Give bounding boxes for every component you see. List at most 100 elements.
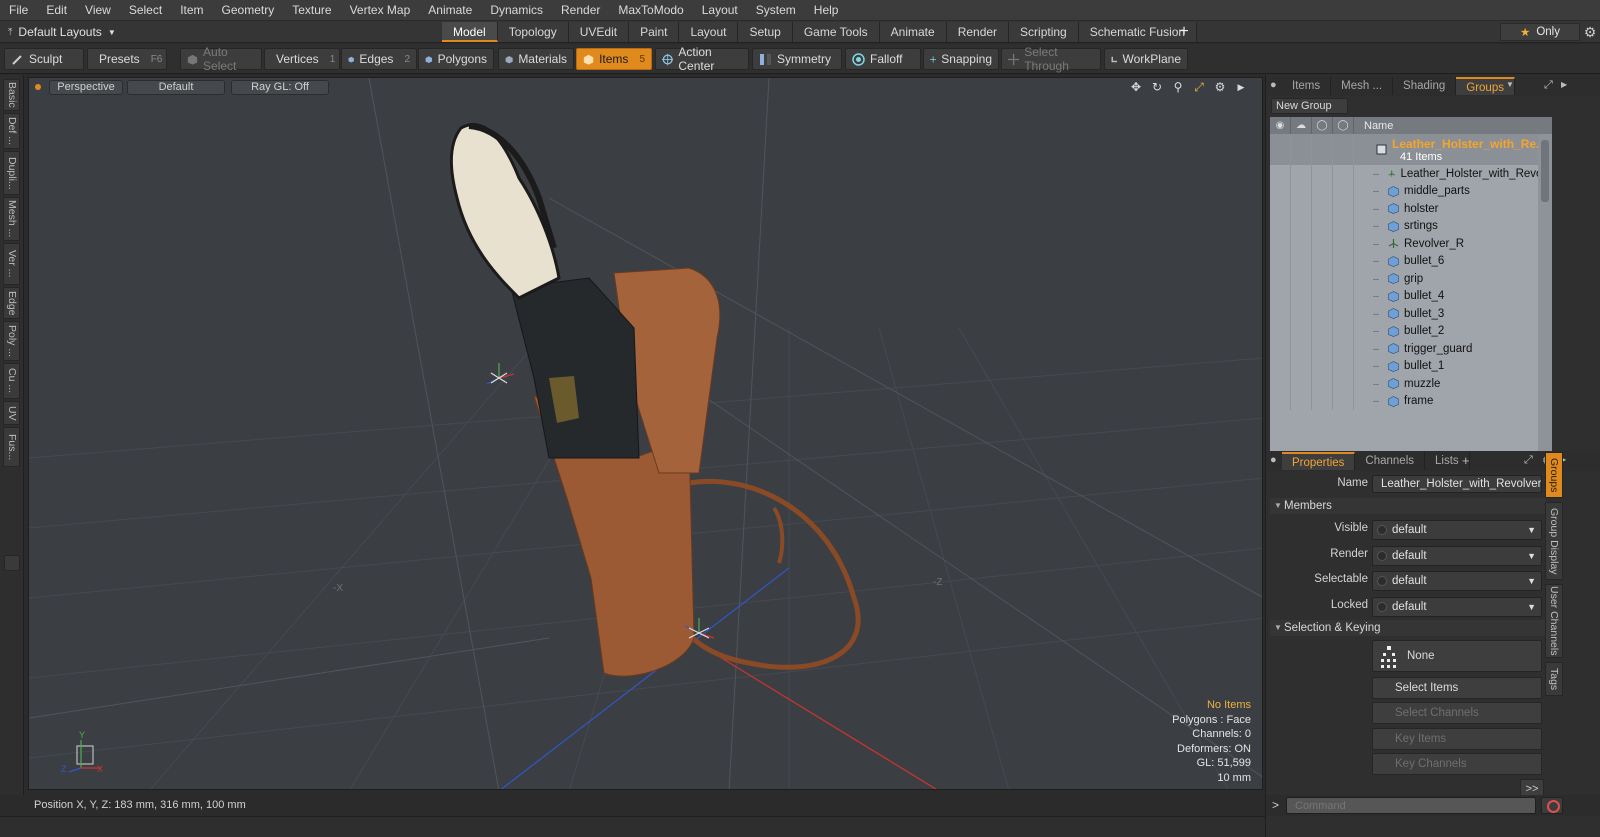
3d-viewport[interactable]: Y X Z -X -Z Perspective Default Ray GL: … (28, 77, 1263, 790)
group-item-row[interactable]: -- middle_parts (1270, 182, 1552, 200)
raygl-toggle[interactable]: Ray GL: Off (231, 80, 329, 95)
tab-setup[interactable]: Setup (738, 22, 793, 42)
sculpt-button[interactable]: Sculpt (4, 48, 84, 70)
menu-edit[interactable]: Edit (37, 3, 76, 17)
name-column-header[interactable]: Name (1354, 120, 1393, 132)
tab-topology[interactable]: Topology (497, 22, 569, 42)
members-section[interactable]: ▼ Members (1270, 498, 1546, 514)
left-tab-uv[interactable]: UV (3, 401, 20, 425)
materials-button[interactable]: Materials (498, 48, 574, 70)
viewport-options-dot[interactable] (35, 84, 41, 90)
group-root-row[interactable]: Leather_Holster_with_Re... 41 Items (1270, 134, 1552, 165)
falloff-button[interactable]: Falloff (845, 48, 921, 70)
group-item-row[interactable]: -- Leather_Holster_with_Revo... (1270, 165, 1552, 183)
vertices-button[interactable]: Vertices 1 (264, 48, 340, 70)
tab-shading[interactable]: Shading (1393, 77, 1457, 95)
group-item-row[interactable]: -- frame (1270, 392, 1552, 410)
select-channels-button[interactable]: Select Channels (1372, 702, 1542, 724)
tab-game-tools[interactable]: Game Tools (792, 22, 880, 42)
viewport-more-icon[interactable]: ▶ (1234, 80, 1248, 94)
tab-animate[interactable]: Animate (879, 22, 947, 42)
group-item-row[interactable]: -- bullet_3 (1270, 305, 1552, 323)
tab-properties[interactable]: Properties (1282, 452, 1356, 470)
menu-vertex-map[interactable]: Vertex Map (341, 3, 420, 17)
left-tab-edge[interactable]: Edge (3, 287, 20, 319)
menu-select[interactable]: Select (120, 3, 171, 17)
side-tab-user-channels[interactable]: User Channels (1545, 584, 1563, 658)
group-item-row[interactable]: -- bullet_4 (1270, 287, 1552, 305)
tab-paint[interactable]: Paint (629, 22, 680, 42)
menu-system[interactable]: System (747, 3, 805, 17)
none-button[interactable]: None (1372, 640, 1542, 672)
side-tab-groups[interactable]: Groups (1545, 452, 1563, 498)
panel-menu-icon[interactable]: ● (1270, 79, 1277, 91)
selectable-dropdown[interactable]: default ▼ (1372, 571, 1542, 591)
group-item-row[interactable]: -- Revolver_R (1270, 235, 1552, 253)
tab-channels[interactable]: Channels (1355, 452, 1426, 470)
layouts-dropdown[interactable]: ⤒ Default Layouts ▼ (8, 23, 116, 41)
snapping-button[interactable]: Snapping (923, 48, 999, 70)
view-type-dropdown[interactable]: Perspective (49, 80, 123, 95)
group-item-row[interactable]: -- muzzle (1270, 375, 1552, 393)
panel-menu-icon[interactable]: ● (1270, 454, 1277, 466)
select-lock-icon[interactable]: ◯ (1312, 117, 1333, 134)
tab-scripting[interactable]: Scripting (1009, 22, 1079, 42)
left-tab-duplicate[interactable]: Dupli... (3, 151, 20, 195)
side-tab-tags[interactable]: Tags (1545, 662, 1563, 696)
workplane-button[interactable]: WorkPlane (1104, 48, 1188, 70)
shading-dropdown[interactable]: Default (127, 80, 225, 95)
group-item-row[interactable]: -- bullet_2 (1270, 322, 1552, 340)
tab-mesh[interactable]: Mesh ... (1331, 77, 1394, 95)
items-button[interactable]: Items 5 (576, 48, 652, 70)
group-item-row[interactable]: -- grip (1270, 270, 1552, 288)
tab-layout[interactable]: Layout (679, 22, 739, 42)
chevron-down-icon[interactable]: ▼ (1506, 80, 1514, 89)
selection-keying-section[interactable]: ▼ Selection & Keying (1270, 620, 1546, 636)
record-macro-button[interactable] (1541, 797, 1563, 814)
select-items-button[interactable]: Select Items (1372, 677, 1542, 699)
tab-render[interactable]: Render (946, 22, 1010, 42)
left-tab-basic[interactable]: Basic (3, 79, 20, 111)
left-tab-vertex[interactable]: Ver ... (3, 243, 20, 285)
expand-panel-icon[interactable]: ⤢ (1524, 454, 1533, 467)
command-input[interactable] (1286, 797, 1536, 814)
left-tab-deform[interactable]: Def ... (3, 113, 20, 149)
add-tab-button[interactable]: + (1174, 22, 1194, 42)
action-center-button[interactable]: Action Center (655, 45, 749, 73)
group-item-row[interactable]: -- bullet_6 (1270, 252, 1552, 270)
menu-dynamics[interactable]: Dynamics (481, 3, 552, 17)
menu-texture[interactable]: Texture (283, 3, 340, 17)
group-item-row[interactable]: -- srtings (1270, 217, 1552, 235)
new-group-button[interactable]: New Group (1271, 98, 1348, 114)
edges-button[interactable]: Edges 2 (341, 48, 417, 70)
polygons-button[interactable]: Polygons (418, 48, 494, 70)
symmetry-button[interactable]: Symmetry (752, 48, 842, 70)
groups-scrollbar[interactable] (1538, 134, 1552, 462)
add-tab-icon[interactable]: + (1462, 453, 1470, 468)
side-tab-group-display[interactable]: Group Display (1545, 502, 1563, 580)
visible-dropdown[interactable]: default ▼ (1372, 520, 1542, 540)
group-item-row[interactable]: -- trigger_guard (1270, 340, 1552, 358)
menu-file[interactable]: File (0, 3, 37, 17)
name-field[interactable]: Leather_Holster_with_Revolver ( (1372, 475, 1542, 493)
left-expand-button[interactable] (4, 555, 20, 571)
scrollbar-thumb[interactable] (1541, 140, 1549, 202)
move-view-icon[interactable]: ✥ (1129, 80, 1143, 94)
left-tab-fusion[interactable]: Fus... (3, 427, 20, 467)
select-through-button[interactable]: Select Through (1001, 45, 1101, 73)
tab-uvedit[interactable]: UVEdit (568, 22, 630, 42)
presets-button[interactable]: Presets F6 (87, 48, 167, 70)
tab-items[interactable]: Items (1282, 77, 1332, 95)
group-item-row[interactable]: -- bullet_1 (1270, 357, 1552, 375)
zoom-view-icon[interactable]: ⚲ (1171, 80, 1185, 94)
viewport-settings-icon[interactable]: ⚙ (1213, 80, 1227, 94)
left-tab-curve[interactable]: Cu ... (3, 363, 20, 399)
left-tab-mesh[interactable]: Mesh ... (3, 197, 20, 241)
key-items-button[interactable]: Key Items (1372, 728, 1542, 750)
render-dropdown[interactable]: default ▼ (1372, 546, 1542, 566)
eye-icon[interactable]: ◉ (1270, 117, 1291, 134)
viewport-scene[interactable]: Y X Z -X -Z (29, 78, 1263, 790)
menu-geometry[interactable]: Geometry (213, 3, 284, 17)
menu-animate[interactable]: Animate (419, 3, 481, 17)
menu-render[interactable]: Render (552, 3, 609, 17)
